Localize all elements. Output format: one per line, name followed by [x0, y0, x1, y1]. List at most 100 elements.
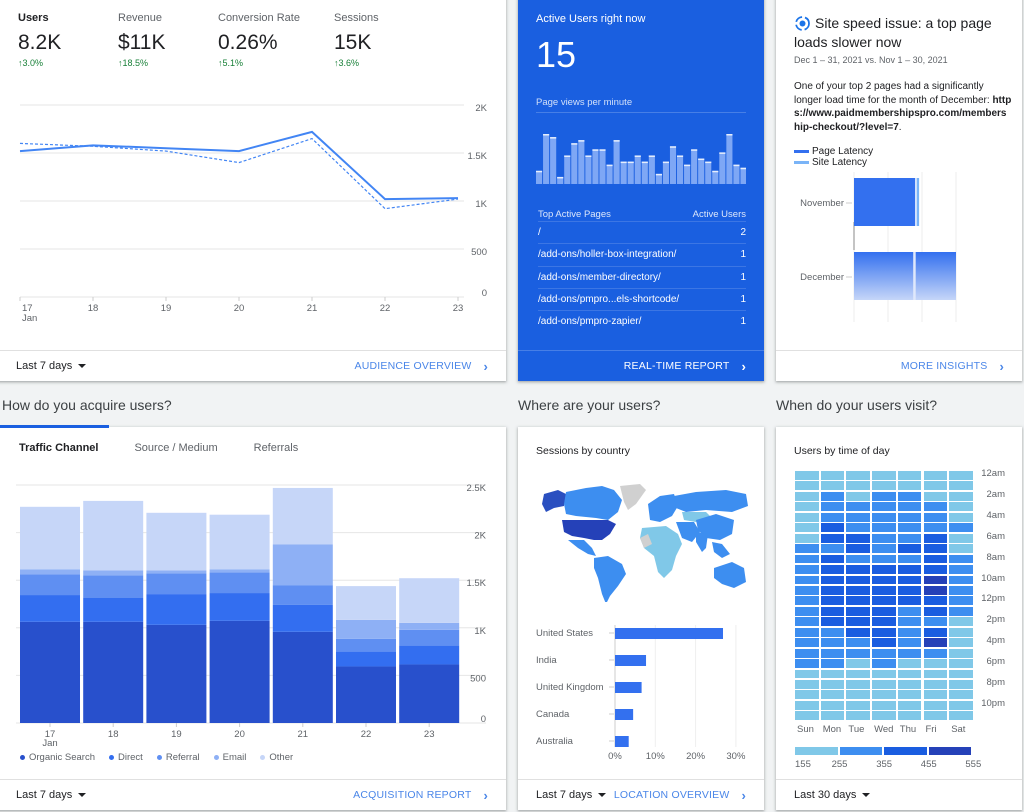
more-insights-link[interactable]: MORE INSIGHTS › [901, 359, 1004, 374]
heatmap-cell[interactable] [949, 680, 973, 689]
heatmap-cell[interactable] [949, 481, 973, 491]
heatmap-cell[interactable] [820, 638, 845, 648]
bar-segment-organic-search[interactable] [83, 621, 144, 723]
date-range-dropdown[interactable]: Last 7 days [16, 789, 87, 801]
heatmap-cell[interactable] [923, 585, 948, 595]
bar-segment-referral[interactable] [272, 585, 333, 605]
heatmap-cell[interactable] [923, 544, 948, 554]
map-europe[interactable] [648, 494, 678, 522]
heatmap-cell[interactable] [820, 512, 845, 522]
heatmap-cell[interactable] [846, 565, 870, 574]
bar-segment-other[interactable] [209, 514, 270, 570]
heatmap-cell[interactable] [949, 471, 973, 480]
top-page-row[interactable]: /add-ons/holler-box-integration/1 [538, 243, 746, 265]
top-page-row[interactable]: /add-ons/pmpro...els-shortcode/1 [538, 287, 746, 310]
heatmap-cell[interactable] [897, 700, 922, 710]
heatmap-cell[interactable] [820, 659, 845, 668]
top-page-row[interactable]: /add-ons/pmpro-zapier/1 [538, 310, 746, 332]
heatmap-cell[interactable] [872, 533, 896, 543]
heatmap-cell[interactable] [923, 575, 948, 585]
heatmap-cell[interactable] [820, 491, 845, 501]
heatmap-cell[interactable] [846, 690, 870, 700]
bar-segment-other[interactable] [20, 506, 80, 570]
heatmap-cell[interactable] [923, 596, 948, 606]
heatmap-cell[interactable] [923, 471, 948, 480]
legend-item[interactable]: Direct [109, 752, 143, 763]
heatmap-cell[interactable] [795, 481, 819, 491]
heatmap-cell[interactable] [949, 627, 973, 637]
heatmap-cell[interactable] [820, 471, 845, 480]
heatmap-cell[interactable] [897, 533, 922, 543]
bar-segment-email[interactable] [83, 570, 144, 576]
heatmap-cell[interactable] [872, 471, 896, 480]
heatmap-cell[interactable] [949, 617, 973, 627]
heatmap-cell[interactable] [949, 512, 973, 522]
heatmap-cell[interactable] [872, 554, 896, 564]
heatmap-cell[interactable] [923, 491, 948, 501]
heatmap-cell[interactable] [795, 617, 819, 627]
legend-item[interactable]: Other [260, 752, 293, 763]
heatmap-cell[interactable] [872, 491, 896, 501]
heatmap-cell[interactable] [949, 533, 973, 543]
page-path[interactable]: /add-ons/holler-box-integration/ [538, 249, 676, 260]
heatmap-cell[interactable] [820, 523, 845, 533]
heatmap-cell[interactable] [795, 596, 819, 606]
heatmap-cell[interactable] [923, 659, 948, 668]
realtime-report-link[interactable]: REAL-TIME REPORT › [624, 359, 746, 374]
heatmap-cell[interactable] [846, 617, 870, 627]
heatmap-cell[interactable] [949, 544, 973, 554]
heatmap-cell[interactable] [820, 648, 845, 658]
bar-segment-direct[interactable] [209, 593, 270, 621]
country-bar[interactable] [615, 628, 724, 639]
heatmap-cell[interactable] [872, 669, 896, 679]
heatmap-cell[interactable] [872, 575, 896, 585]
heatmap-cell[interactable] [897, 627, 922, 637]
heatmap-cell[interactable] [949, 648, 973, 658]
map-alaska[interactable] [542, 490, 566, 512]
heatmap-cell[interactable] [795, 502, 819, 512]
heatmap-cell[interactable] [846, 512, 870, 522]
heatmap-cell[interactable] [846, 533, 870, 543]
heatmap-cell[interactable] [923, 700, 948, 710]
map-india[interactable] [696, 532, 708, 552]
heatmap-cell[interactable] [949, 659, 973, 668]
heatmap-cell[interactable] [846, 575, 870, 585]
map-canada[interactable] [564, 486, 622, 520]
heatmap-cell[interactable] [897, 680, 922, 689]
bar-segment-direct[interactable] [272, 604, 333, 632]
bar-segment-email[interactable] [209, 569, 270, 573]
heatmap-cell[interactable] [897, 544, 922, 554]
heatmap-cell[interactable] [795, 648, 819, 658]
map-africa[interactable] [640, 526, 682, 578]
heatmap-cell[interactable] [897, 481, 922, 491]
heatmap-cell[interactable] [820, 596, 845, 606]
heatmap-cell[interactable] [872, 648, 896, 658]
heatmap-cell[interactable] [795, 700, 819, 710]
map-greenland[interactable] [620, 484, 646, 510]
bar-segment-other[interactable] [146, 512, 207, 571]
heatmap-cell[interactable] [846, 648, 870, 658]
audience-overview-link[interactable]: AUDIENCE OVERVIEW › [354, 359, 488, 374]
heatmap-cell[interactable] [923, 648, 948, 658]
bar-segment-email[interactable] [272, 544, 333, 586]
heatmap-cell[interactable] [949, 606, 973, 616]
heatmap-cell[interactable] [872, 659, 896, 668]
heatmap-cell[interactable] [795, 575, 819, 585]
heatmap-cell[interactable] [897, 638, 922, 648]
heatmap-cell[interactable] [897, 502, 922, 512]
legend-item[interactable]: Referral [156, 752, 200, 763]
heatmap-cell[interactable] [820, 627, 845, 637]
heatmap-cell[interactable] [897, 606, 922, 616]
heatmap-cell[interactable] [795, 533, 819, 543]
heatmap-cell[interactable] [872, 565, 896, 574]
heatmap-cell[interactable] [820, 680, 845, 689]
heatmap-cell[interactable] [923, 617, 948, 627]
heatmap-cell[interactable] [872, 596, 896, 606]
heatmap-cell[interactable] [872, 606, 896, 616]
heatmap-cell[interactable] [923, 565, 948, 574]
heatmap-cell[interactable] [897, 617, 922, 627]
bar-segment-email[interactable] [146, 570, 207, 574]
bar-segment-organic-search[interactable] [20, 621, 80, 723]
date-range-dropdown[interactable]: Last 7 days [16, 360, 87, 372]
heatmap-cell[interactable] [949, 491, 973, 501]
